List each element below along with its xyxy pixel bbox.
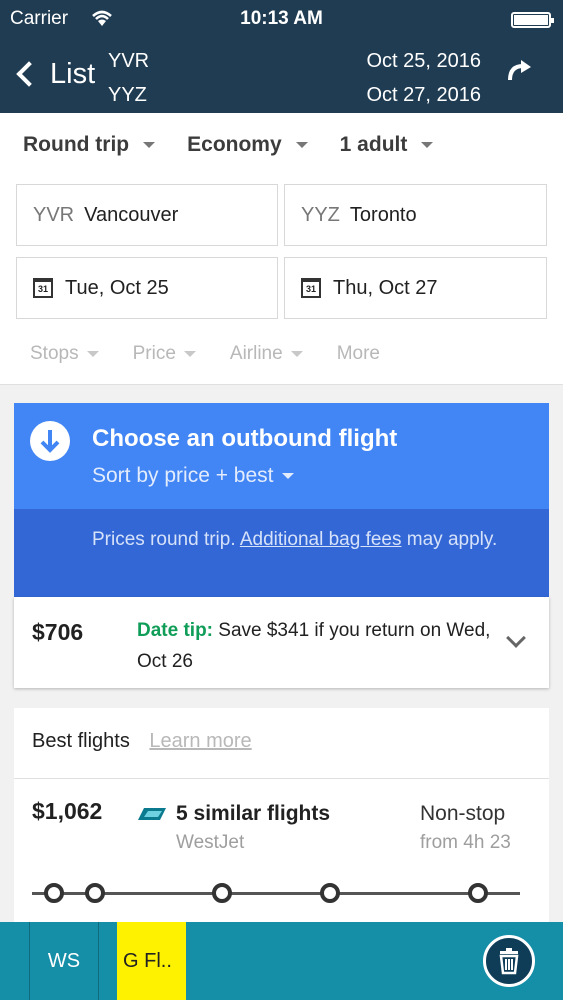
origin-field[interactable]: YVR Vancouver (16, 184, 278, 246)
tip-lead: Date tip: (137, 620, 213, 641)
price-notice: Prices round trip. Additional bag fees m… (14, 509, 549, 597)
caret-down-icon (183, 351, 196, 357)
bottom-tab-bar: WS G Fl.. (0, 922, 563, 1000)
trash-icon[interactable] (483, 935, 535, 987)
stops-filter[interactable]: Stops (30, 343, 99, 365)
flight-group-title[interactable]: 5 similar flights (176, 802, 330, 826)
tip-price: $706 (32, 619, 84, 645)
outbound-header: Choose an outbound flight Sort by price … (14, 403, 549, 509)
timeline-dot (85, 883, 105, 903)
refresh-icon[interactable] (505, 58, 535, 88)
return-date-field[interactable]: 31 Thu, Oct 27 (284, 257, 547, 319)
return-date: Oct 27, 2016 (366, 84, 481, 106)
caret-down-icon (86, 351, 99, 357)
best-flights-title: Best flights (32, 730, 130, 752)
timeline-line (32, 892, 520, 895)
trip-dates: Oct 25, 2016 Oct 27, 2016 (366, 44, 481, 112)
return-date-value: Thu, Oct 27 (333, 276, 438, 299)
outbound-title: Choose an outbound flight (92, 425, 398, 452)
timeline-dot (44, 883, 64, 903)
destination-field-city: Toronto (349, 203, 417, 226)
learn-more-link[interactable]: Learn more (149, 730, 251, 752)
filter-chips: Stops Price Airline More (30, 343, 414, 365)
more-filter[interactable]: More (337, 343, 380, 365)
destination-code: YYZ (108, 84, 147, 106)
search-filters: Round trip Economy 1 adult YVR Vancouver… (0, 113, 563, 385)
outbound-card: Choose an outbound flight Sort by price … (14, 403, 549, 597)
depart-date: Oct 25, 2016 (366, 50, 481, 72)
date-tip-card[interactable]: $706 Date tip: Save $341 if you return o… (14, 597, 549, 688)
battery-icon (511, 12, 554, 28)
passengers-select[interactable]: 1 adult (340, 133, 434, 157)
destination-field-code: YYZ (301, 203, 340, 226)
caret-down-icon (281, 473, 294, 479)
tab-google-flights[interactable]: G Fl.. (117, 922, 186, 1000)
sort-label: Sort by price + best (92, 464, 274, 487)
origin-field-code: YVR (33, 203, 75, 226)
cabin-select[interactable]: Economy (187, 133, 308, 157)
timeline-dot (320, 883, 340, 903)
depart-date-value: Tue, Oct 25 (65, 276, 169, 299)
top-bar: Carrier 10:13 AM List YVR YYZ Oct 25, 20… (0, 0, 563, 113)
calendar-icon: 31 (33, 278, 53, 298)
depart-date-field[interactable]: 31 Tue, Oct 25 (16, 257, 278, 319)
flight-airline: WestJet (176, 832, 245, 853)
flight-price: $1,062 (32, 798, 103, 824)
trip-type-select[interactable]: Round trip (23, 133, 156, 157)
back-button[interactable]: List (12, 52, 95, 96)
airline-filter[interactable]: Airline (230, 343, 303, 365)
timeline-dot (468, 883, 488, 903)
cabin-label: Economy (187, 133, 282, 156)
best-flights-header: Best flights Learn more (14, 708, 549, 779)
chevron-down-icon[interactable] (506, 628, 526, 648)
arrow-down-circle-icon (30, 421, 70, 461)
flight-timeline (32, 882, 520, 904)
chevron-left-icon (16, 61, 42, 87)
bag-fees-link[interactable]: Additional bag fees (240, 529, 402, 550)
tip-text: Date tip: Save $341 if you return on Wed… (137, 615, 497, 677)
origin-field-city: Vancouver (84, 203, 179, 226)
flight-stops: Non-stop (420, 802, 506, 825)
back-label: List (50, 57, 96, 90)
passengers-label: 1 adult (339, 133, 408, 156)
trip-type-label: Round trip (23, 133, 130, 156)
status-bar: Carrier 10:13 AM (10, 6, 554, 32)
timeline-dot (212, 883, 232, 903)
caret-down-icon (295, 142, 308, 148)
origin-code: YVR (108, 50, 150, 72)
more-filter-label: More (336, 343, 380, 364)
notice-prefix: Prices round trip. (92, 529, 236, 550)
caret-down-icon (290, 351, 303, 357)
airline-filter-label: Airline (229, 343, 283, 364)
stops-filter-label: Stops (30, 343, 79, 364)
clock: 10:13 AM (240, 8, 323, 29)
caret-down-icon (143, 142, 156, 148)
notice-suffix: may apply. (406, 529, 498, 550)
sort-select[interactable]: Sort by price + best (92, 464, 294, 488)
trip-options: Round trip Economy 1 adult (23, 133, 465, 157)
price-filter[interactable]: Price (133, 343, 196, 365)
caret-down-icon (421, 142, 434, 148)
westjet-logo-icon (138, 806, 166, 822)
tab-ws[interactable]: WS (29, 922, 99, 1000)
flight-duration: from 4h 23 (420, 832, 511, 853)
calendar-icon: 31 (301, 278, 321, 298)
route-codes: YVR YYZ (108, 44, 149, 112)
destination-field[interactable]: YYZ Toronto (284, 184, 547, 246)
price-filter-label: Price (132, 343, 176, 364)
